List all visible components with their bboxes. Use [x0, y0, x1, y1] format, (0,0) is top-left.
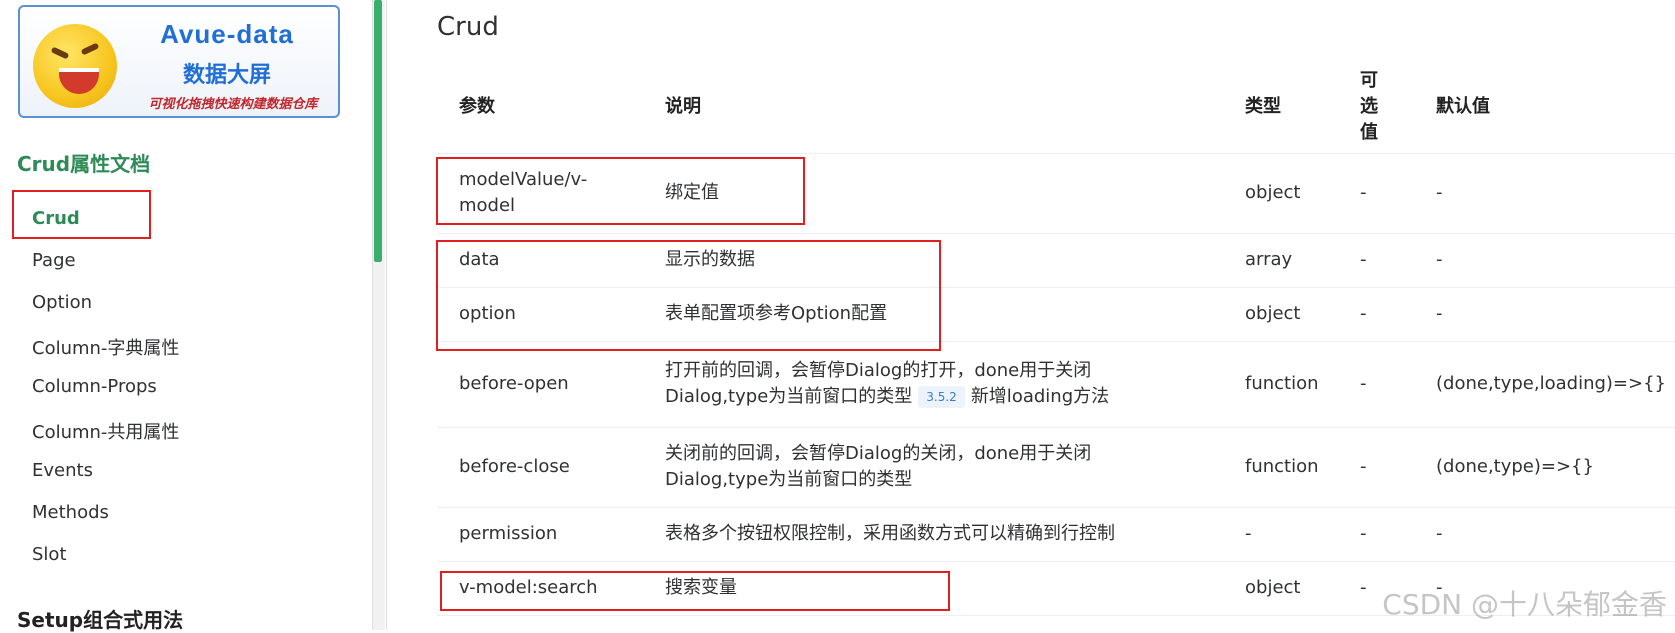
cell-param: before-open: [459, 373, 569, 394]
sidebar-item-events[interactable]: Events: [32, 460, 93, 481]
cell-default: -: [1436, 182, 1443, 203]
logo-title: Avue-data: [160, 19, 294, 49]
cell-desc-line2: Dialog,type为当前窗口的类型: [665, 469, 913, 490]
cell-desc-text: 新增loading方法: [970, 386, 1110, 407]
cell-type: object: [1245, 577, 1301, 598]
table-row: before-open 打开前的回调，会暂停Dialog的打开，done用于关闭…: [437, 341, 1675, 428]
cell-default: -: [1436, 303, 1443, 324]
header-options: 可选值: [1360, 69, 1378, 143]
csdn-watermark: CSDN @十八朵郁金香: [1382, 588, 1667, 621]
cell-desc-text: Dialog,type为当前窗口的类型: [665, 386, 913, 407]
cell-param: permission: [459, 523, 558, 544]
cell-param: before-close: [459, 456, 570, 477]
header-default: 默认值: [1436, 95, 1490, 117]
cell-desc-line1: 关闭前的回调，会暂停Dialog的关闭，done用于关闭: [665, 443, 1092, 464]
header-type: 类型: [1245, 95, 1281, 117]
cell-desc-line2: Dialog,type为当前窗口的类型 3.5.2 新增loading方法: [665, 384, 1109, 410]
highlight-box-crud: [12, 190, 151, 239]
cell-options: -: [1360, 182, 1367, 203]
sidebar: Avue-data 数据大屏 可视化拖拽快速构建数据仓库 Crud属性文档 Cr…: [0, 0, 372, 632]
cell-type: function: [1245, 373, 1319, 394]
cell-options: -: [1360, 249, 1367, 270]
sidebar-scrollbar-thumb[interactable]: [374, 0, 382, 262]
header-param: 参数: [459, 95, 495, 117]
highlight-box-search: [440, 571, 950, 611]
sidebar-divider: [386, 0, 387, 630]
page-title: Crud: [437, 12, 499, 42]
cell-desc: 打开前的回调，会暂停Dialog的打开，done用于关闭 Dialog,type…: [665, 341, 1235, 427]
cell-options: -: [1360, 523, 1367, 544]
logo-tagline: 可视化拖拽快速构建数据仓库: [148, 97, 318, 112]
highlight-box-data-option: [436, 240, 941, 351]
cell-type: object: [1245, 303, 1301, 324]
cell-default: (done,type,loading)=>{}: [1436, 373, 1666, 394]
cell-default: -: [1436, 523, 1443, 544]
table-row: permission 表格多个按钮权限控制，采用函数方式可以精确到行控制 - -…: [437, 507, 1675, 562]
cell-desc: 关闭前的回调，会暂停Dialog的关闭，done用于关闭 Dialog,type…: [665, 427, 1235, 507]
sidebar-item-column-props[interactable]: Column-Props: [32, 376, 157, 397]
cell-default: -: [1436, 249, 1443, 270]
sidebar-item-methods[interactable]: Methods: [32, 502, 109, 523]
cell-options: -: [1360, 456, 1367, 477]
laughing-emoji-icon: [33, 24, 117, 108]
sidebar-section-crud-docs: Crud属性文档: [17, 152, 151, 176]
sidebar-item-slot[interactable]: Slot: [32, 544, 67, 565]
highlight-box-modelvalue: [436, 157, 805, 225]
cell-desc-line1: 打开前的回调，会暂停Dialog的打开，done用于关闭: [665, 360, 1092, 381]
sidebar-item-option[interactable]: Option: [32, 292, 92, 313]
cell-type: array: [1245, 249, 1293, 270]
sidebar-section-setup: Setup组合式用法: [17, 608, 184, 632]
sidebar-item-column-dict[interactable]: Column-字典属性: [32, 334, 179, 360]
cell-options: -: [1360, 373, 1367, 394]
table-header: 参数 说明 类型 可选值 默认值: [437, 60, 1675, 154]
logo-subtitle: 数据大屏: [182, 63, 271, 88]
version-tag: 3.5.2: [918, 386, 965, 408]
cell-type: -: [1245, 523, 1252, 544]
cell-type: object: [1245, 182, 1301, 203]
cell-type: function: [1245, 456, 1319, 477]
cell-default: (done,type)=>{}: [1436, 456, 1594, 477]
sidebar-item-column-common[interactable]: Column-共用属性: [32, 418, 179, 444]
sidebar-item-page[interactable]: Page: [32, 250, 76, 271]
cell-desc: 表格多个按钮权限控制，采用函数方式可以精确到行控制: [665, 523, 1115, 544]
header-desc: 说明: [665, 95, 701, 117]
table-row: before-close 关闭前的回调，会暂停Dialog的关闭，done用于关…: [437, 427, 1675, 508]
cell-options: -: [1360, 303, 1367, 324]
avue-data-logo[interactable]: Avue-data 数据大屏 可视化拖拽快速构建数据仓库: [18, 5, 340, 118]
